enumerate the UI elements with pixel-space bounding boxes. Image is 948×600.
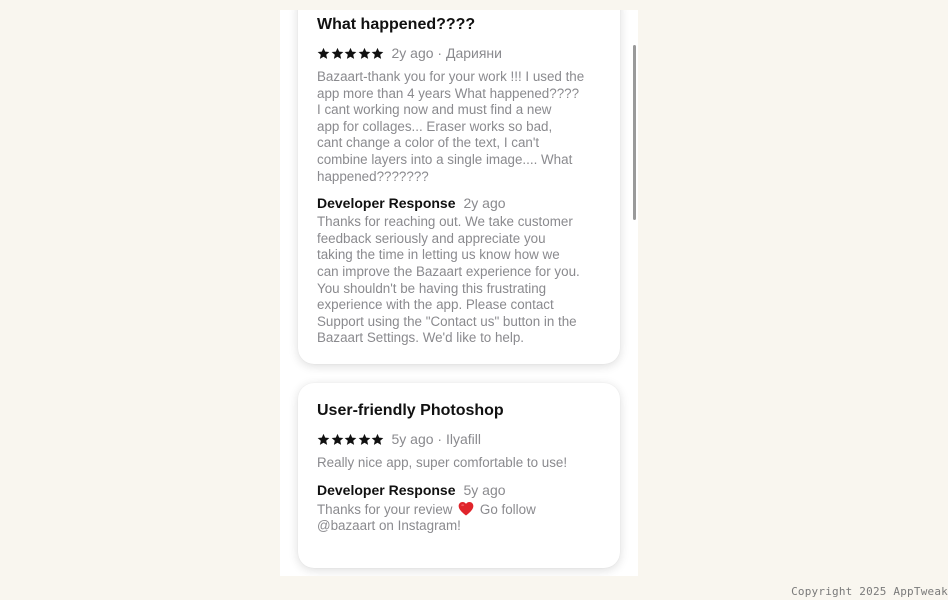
developer-response-body: Thanks for your review Go follow @bazaar… (317, 501, 601, 535)
developer-response-header: Developer Response 2y ago (317, 195, 601, 211)
review-title: What happened???? (317, 16, 476, 33)
copyright-footer: Copyright 2025 AppTweak (791, 585, 948, 598)
developer-response-label: Developer Response (317, 481, 456, 498)
review-date-author: 5y ago · Ilyafill (391, 431, 481, 447)
review-title: User-friendly Photoshop (317, 402, 504, 419)
star-rating (317, 433, 385, 446)
star-rating (317, 47, 385, 60)
star-icon (317, 47, 330, 60)
star-icon (358, 433, 371, 446)
review-meta: 5y ago · Ilyafill (317, 430, 601, 448)
developer-response-text: Thanks for your review (317, 501, 453, 517)
star-icon (317, 433, 330, 446)
developer-response-date: 2y ago (463, 195, 506, 212)
developer-response-date: 5y ago (463, 481, 506, 498)
review-meta: 2y ago · Дарияни (317, 44, 601, 62)
star-icon (331, 47, 344, 60)
developer-response-header: Developer Response 5y ago (317, 482, 601, 498)
developer-response-label: Developer Response (317, 195, 456, 212)
scrollbar[interactable] (633, 45, 636, 220)
phone-screen: What happened???? 2y ago · Дарияни Bazaa… (280, 10, 638, 576)
review-card[interactable]: What happened???? 2y ago · Дарияни Bazaa… (298, 10, 620, 364)
review-body: Bazaart-thank you for your work !!! I us… (317, 69, 585, 184)
star-icon (331, 433, 344, 446)
star-icon (344, 433, 357, 446)
review-date-author: 2y ago · Дарияни (391, 45, 502, 61)
star-icon (371, 433, 384, 446)
red-heart-icon (458, 501, 474, 516)
developer-response-body: Thanks for reaching out. We take custome… (317, 214, 580, 346)
star-icon (344, 47, 357, 60)
review-body: Really nice app, super comfortable to us… (317, 455, 568, 470)
star-icon (358, 47, 371, 60)
star-icon (371, 47, 384, 60)
review-card[interactable]: User-friendly Photoshop 5y ago · Ilyafil… (298, 383, 620, 568)
